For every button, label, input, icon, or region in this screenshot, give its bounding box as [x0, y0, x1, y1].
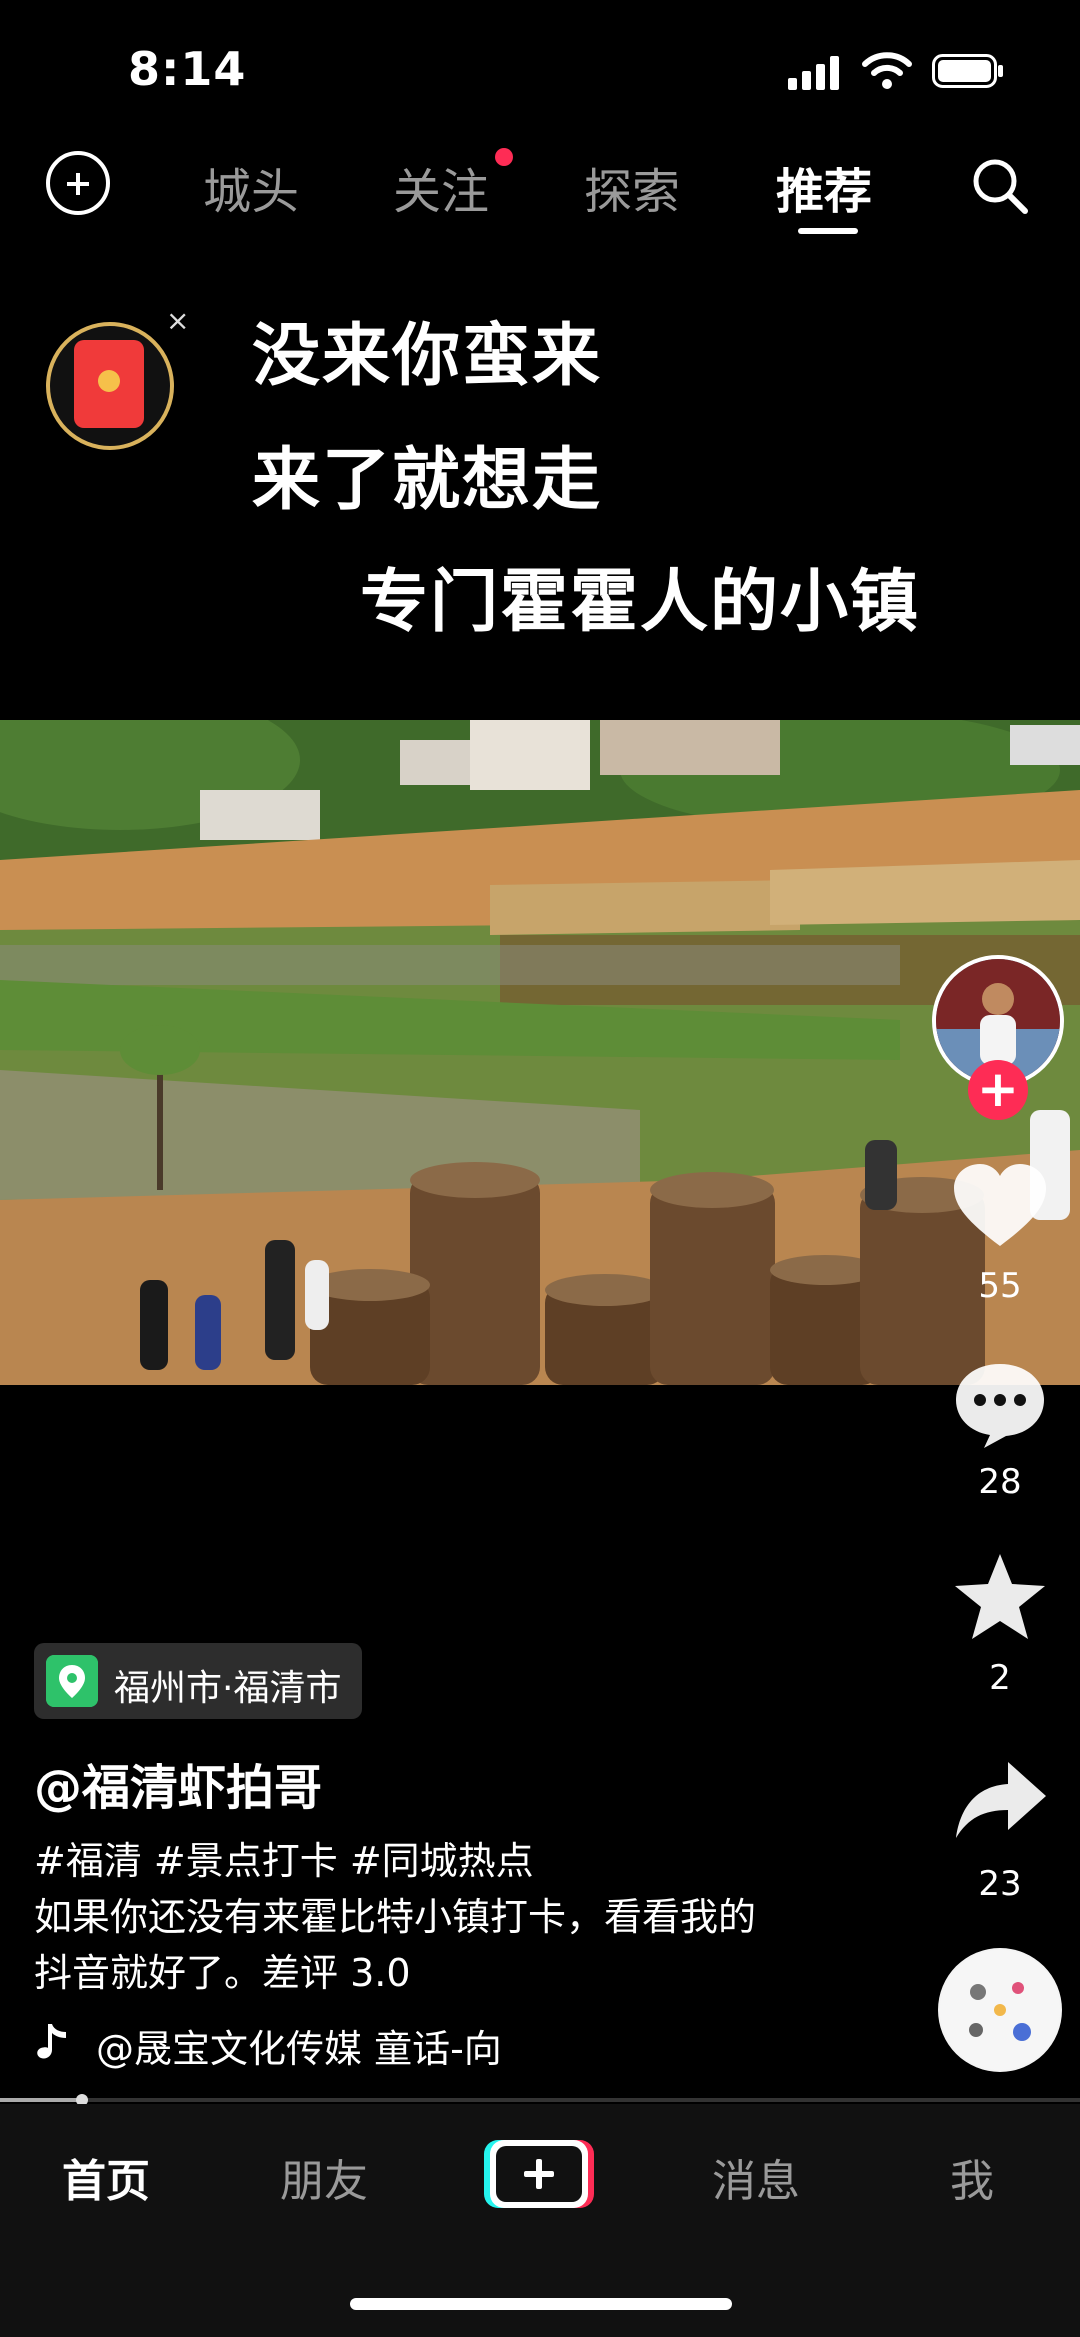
- add-circle-icon[interactable]: [46, 151, 110, 215]
- heart-icon[interactable]: [950, 1162, 1050, 1252]
- description-line-2: 抖音就好了。差评 3.0: [34, 1951, 411, 1995]
- location-chip[interactable]: 福州市·福清市: [34, 1643, 362, 1719]
- tab-explore[interactable]: 探索: [584, 152, 680, 222]
- star-icon[interactable]: [950, 1552, 1050, 1642]
- comment-count: 28: [978, 1462, 1022, 1502]
- share-icon[interactable]: [950, 1758, 1050, 1842]
- tab-following[interactable]: 关注: [393, 152, 489, 222]
- music-note-icon: [37, 2024, 66, 2059]
- notification-dot: [495, 148, 513, 166]
- tab-messages[interactable]: 消息: [712, 2145, 800, 2209]
- tab-me[interactable]: 我: [950, 2145, 994, 2209]
- caption-line-2: 来了就想走: [252, 441, 603, 520]
- share-count: 23: [978, 1864, 1022, 1904]
- music-disc[interactable]: [938, 1948, 1062, 2072]
- video-progress-track[interactable]: [0, 2098, 1080, 2102]
- follow-button[interactable]: +: [968, 1060, 1028, 1120]
- status-time: 8:14: [128, 42, 247, 96]
- close-icon[interactable]: ×: [166, 304, 189, 337]
- video-progress-fill: [0, 2098, 82, 2102]
- tab-city[interactable]: 城头: [203, 152, 299, 222]
- battery-icon: [932, 54, 1003, 88]
- hashtags[interactable]: #福清 #景点打卡 #同城热点: [34, 1830, 534, 1885]
- create-button[interactable]: [484, 2138, 594, 2210]
- description-line-1: 如果你还没有来霍比特小镇打卡，看看我的: [34, 1895, 757, 1939]
- tab-recommended[interactable]: 推荐: [776, 152, 872, 222]
- location-label: 福州市·福清市: [114, 1668, 342, 1709]
- home-indicator[interactable]: [350, 2298, 732, 2310]
- search-icon[interactable]: [968, 154, 1032, 218]
- location-pin-icon: [46, 1655, 98, 1707]
- wifi-icon: [862, 52, 912, 89]
- signal-icon: [788, 56, 840, 90]
- video-frame[interactable]: [0, 720, 1080, 1385]
- author-username[interactable]: @福清虾拍哥: [34, 1748, 322, 1818]
- music-title[interactable]: @晟宝文化传媒 童话-向: [96, 2018, 576, 2073]
- tab-friends[interactable]: 朋友: [280, 2145, 368, 2209]
- like-count: 55: [978, 1266, 1022, 1306]
- red-packet-icon[interactable]: [74, 340, 144, 428]
- comment-icon[interactable]: [950, 1360, 1050, 1450]
- tab-home[interactable]: 首页: [62, 2145, 150, 2209]
- favorite-count: 2: [989, 1658, 1011, 1698]
- caption-line-3: 专门霍霍人的小镇: [360, 563, 921, 642]
- active-tab-indicator: [798, 228, 858, 234]
- caption-line-1: 没来你蛮来: [252, 317, 603, 396]
